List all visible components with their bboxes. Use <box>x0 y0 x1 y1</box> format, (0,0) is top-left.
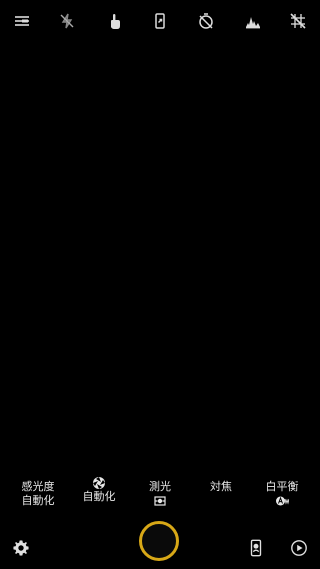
camera-viewfinder[interactable] <box>0 44 320 464</box>
histogram-icon[interactable] <box>242 10 264 32</box>
iso-value: 自動化 <box>21 494 55 507</box>
flash-off-icon[interactable] <box>56 10 78 32</box>
white-balance-label: 白平衡 <box>265 480 299 493</box>
touch-shutter-icon[interactable] <box>104 10 126 32</box>
iso-label: 感光度 <box>21 480 55 493</box>
manual-settings-row: 感光度 自動化 自動化 測光 対焦 白平衡 <box>0 472 320 516</box>
top-toolbar <box>0 0 320 44</box>
metering-icon <box>153 494 167 508</box>
camera-switch-icon[interactable] <box>246 538 266 558</box>
iso-setting[interactable]: 感光度 自動化 <box>6 480 70 508</box>
white-balance-setting[interactable]: 白平衡 <box>250 480 314 508</box>
shutter-speed-setting[interactable]: 自動化 <box>67 476 131 504</box>
focus-setting[interactable]: 対焦 <box>189 480 253 494</box>
focus-label: 対焦 <box>210 480 232 493</box>
shutter-speed-value: 自動化 <box>82 490 116 503</box>
metering-setting[interactable]: 測光 <box>128 480 192 508</box>
grid-off-icon[interactable] <box>287 10 309 32</box>
shutter-button[interactable] <box>139 521 179 561</box>
rotate-icon[interactable] <box>149 10 171 32</box>
bottom-controls <box>0 518 320 569</box>
timer-off-icon[interactable] <box>195 10 217 32</box>
menu-icon[interactable] <box>11 10 33 32</box>
settings-icon[interactable] <box>11 538 31 558</box>
awb-icon <box>275 494 290 508</box>
aperture-icon <box>92 476 106 490</box>
play-icon[interactable] <box>289 538 309 558</box>
metering-label: 測光 <box>149 480 171 493</box>
